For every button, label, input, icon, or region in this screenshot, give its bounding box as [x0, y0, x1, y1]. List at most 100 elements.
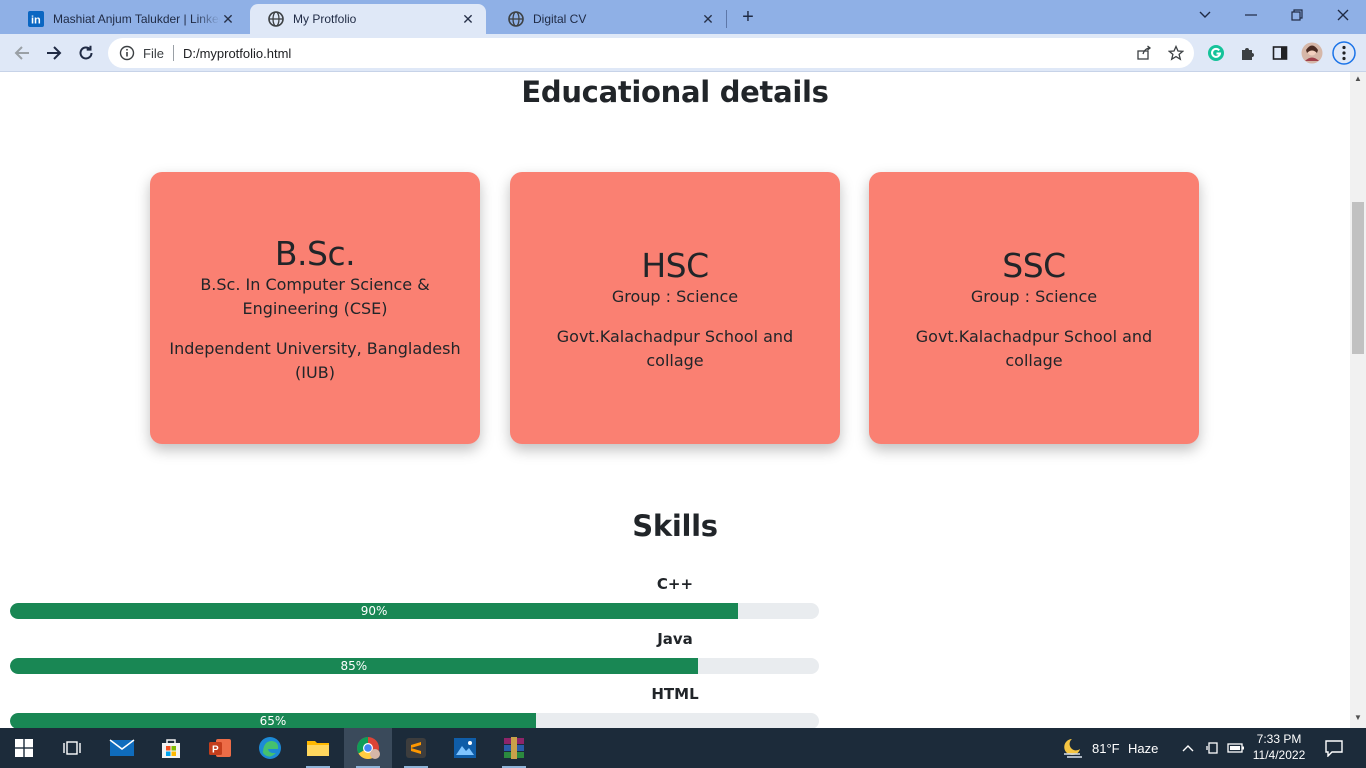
card-title: B.Sc.: [274, 234, 356, 273]
battery-icon: [1227, 743, 1244, 753]
skill-label-cpp: C++: [656, 575, 694, 593]
taskbar-powerpoint[interactable]: P: [196, 728, 244, 768]
tab-title: Digital CV: [533, 12, 587, 26]
tab-title: Mashiat Anjum Talukder | LinkedIn: [53, 12, 220, 26]
share-icon: [1137, 45, 1152, 60]
taskbar-clock[interactable]: 7:33 PM 11/4/2022: [1248, 731, 1310, 763]
back-button[interactable]: [8, 39, 36, 67]
taskbar-winrar[interactable]: [490, 728, 538, 768]
card-group: Group : Science: [970, 287, 1098, 306]
weather-temp[interactable]: 81°F: [1092, 728, 1120, 768]
scroll-up-icon[interactable]: ▲: [1354, 74, 1362, 83]
show-hidden-icons-button[interactable]: [1176, 728, 1200, 768]
notification-center-button[interactable]: [1314, 728, 1354, 768]
sublime-text-icon: [406, 738, 426, 758]
restore-icon: [1291, 9, 1303, 21]
education-heading: Educational details: [521, 75, 829, 109]
extensions-button[interactable]: [1236, 41, 1260, 65]
side-panel-icon: [1272, 46, 1288, 60]
chevron-down-icon: [1199, 11, 1211, 18]
store-icon: [162, 739, 180, 758]
forward-button[interactable]: [40, 39, 68, 67]
taskbar-photos[interactable]: [441, 728, 489, 768]
info-icon[interactable]: [119, 45, 135, 61]
taskbar-mail[interactable]: [98, 728, 146, 768]
close-icon: [1337, 9, 1349, 21]
tab-digital-cv[interactable]: Digital CV ✕: [490, 4, 726, 34]
tab-divider: [726, 10, 727, 28]
task-view-icon: [63, 741, 81, 755]
education-card-ssc: SSC Group : Science Govt.Kalachadpur Sch…: [869, 172, 1199, 444]
weather-moon-haze-icon: [1064, 739, 1082, 758]
skill-progress-html: 65%: [10, 713, 819, 728]
close-window-button[interactable]: [1320, 0, 1366, 30]
svg-text:in: in: [31, 15, 41, 27]
tab-linkedin[interactable]: in Mashiat Anjum Talukder | LinkedIn ✕: [10, 4, 246, 34]
url-text[interactable]: D:/myprotfolio.html: [183, 46, 291, 61]
tab-search-button[interactable]: [1182, 0, 1228, 30]
side-panel-button[interactable]: [1268, 41, 1292, 65]
chrome-menu-button[interactable]: [1332, 41, 1356, 65]
new-tab-button[interactable]: +: [736, 5, 760, 29]
start-button[interactable]: [0, 728, 48, 768]
page-viewport: Educational details B.Sc. B.Sc. In Compu…: [0, 72, 1350, 728]
minimize-button[interactable]: [1228, 0, 1274, 30]
tray-device-button[interactable]: [1202, 728, 1224, 768]
bookmark-button[interactable]: [1164, 41, 1188, 65]
address-bar[interactable]: File D:/myprotfolio.html: [108, 38, 1194, 68]
taskbar-file-explorer[interactable]: [294, 728, 342, 768]
weather-condition[interactable]: Haze: [1128, 728, 1158, 768]
taskbar-sublime-text[interactable]: [392, 728, 440, 768]
skill-label-java: Java: [657, 630, 693, 648]
device-icon: [1206, 742, 1218, 754]
task-view-button[interactable]: [48, 728, 96, 768]
chevron-up-icon: [1182, 745, 1194, 752]
windows-taskbar: P 81°F Haze 7:33 PM 11/4/2022: [0, 728, 1366, 768]
card-institution: Govt.Kalachadpur School and collage: [915, 327, 1153, 370]
more-vertical-icon: [1332, 41, 1356, 65]
card-degree: B.Sc. In Computer Science & Engineering …: [200, 275, 430, 318]
photos-icon: [454, 738, 476, 758]
chrome-icon: [357, 737, 380, 759]
card-institution: Independent University, Bangladesh (IUB): [169, 339, 461, 382]
card-title: SSC: [1002, 246, 1066, 285]
globe-icon: [268, 11, 284, 27]
url-scheme-label: File: [143, 45, 164, 61]
globe-icon: [508, 11, 524, 27]
card-group: Group : Science: [611, 287, 739, 306]
windows-icon: [15, 739, 33, 757]
omnibox-divider: [172, 45, 174, 61]
tab-title: My Protfolio: [293, 12, 357, 26]
taskbar-store[interactable]: [147, 728, 195, 768]
browser-toolbar: File D:/myprotfolio.html: [0, 34, 1366, 72]
arrow-left-icon: [14, 46, 29, 60]
skill-progress-cpp: 90%: [10, 603, 819, 619]
close-icon[interactable]: ✕: [700, 11, 716, 27]
skill-label-html: HTML: [651, 685, 699, 703]
vertical-scrollbar[interactable]: ▲ ▼: [1350, 72, 1366, 728]
taskbar-chrome[interactable]: [344, 728, 392, 768]
battery-button[interactable]: [1224, 728, 1248, 768]
linkedin-icon: in: [28, 11, 44, 27]
profile-avatar-button[interactable]: [1300, 41, 1324, 65]
restore-button[interactable]: [1274, 0, 1320, 30]
edge-icon: [259, 737, 281, 759]
clock-time: 7:33 PM: [1256, 732, 1302, 746]
share-button[interactable]: [1132, 41, 1156, 65]
weather-widget[interactable]: [1052, 728, 1092, 768]
close-icon[interactable]: ✕: [460, 11, 476, 27]
skill-progress-fill: 85%: [10, 658, 698, 674]
reload-button[interactable]: [72, 39, 100, 67]
grammarly-extension-button[interactable]: [1204, 41, 1228, 65]
scroll-down-icon[interactable]: ▼: [1354, 713, 1362, 722]
skills-heading: Skills: [632, 509, 718, 543]
close-icon[interactable]: ✕: [220, 11, 236, 27]
skill-progress-fill: 90%: [10, 603, 739, 619]
svg-text:P: P: [212, 745, 219, 756]
winrar-icon: [504, 737, 524, 759]
taskbar-edge[interactable]: [246, 728, 294, 768]
tab-my-protfolio[interactable]: My Protfolio ✕: [250, 4, 486, 34]
puzzle-icon: [1242, 48, 1254, 60]
scrollbar-thumb[interactable]: [1352, 202, 1364, 354]
reload-icon: [79, 45, 93, 60]
